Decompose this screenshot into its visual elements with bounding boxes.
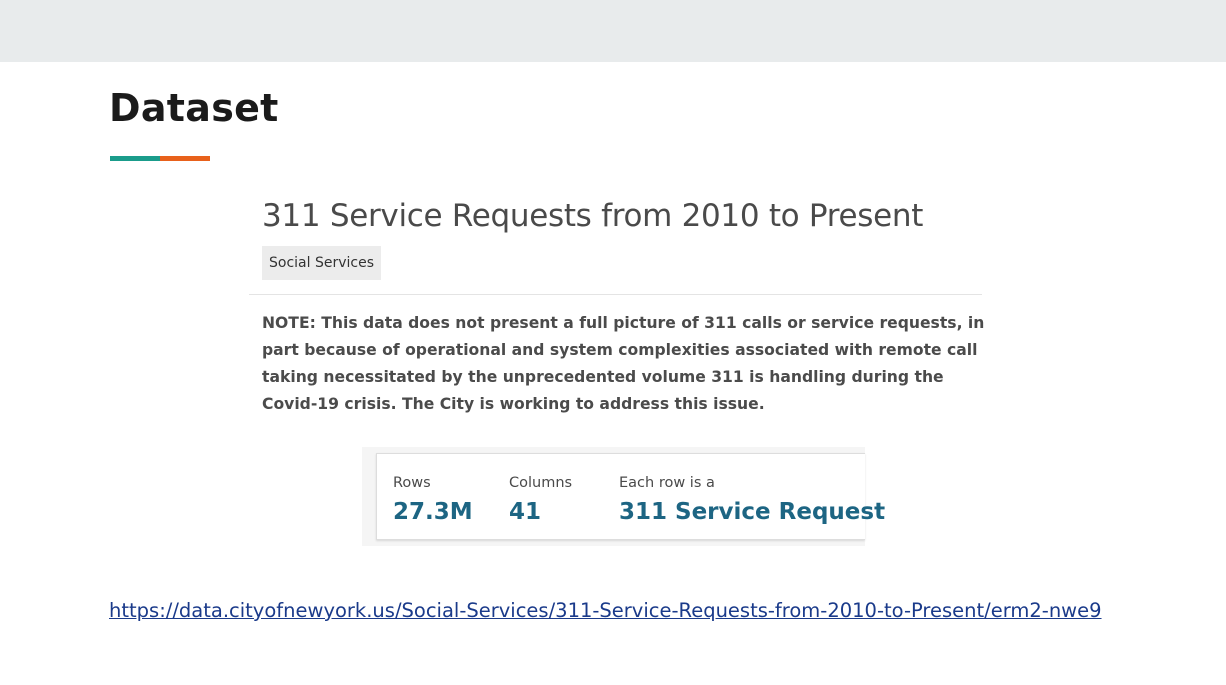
slide-title: Dataset [109, 86, 279, 130]
title-accent-bar [110, 156, 210, 161]
dataset-source-link[interactable]: https://data.cityofnewyork.us/Social-Ser… [109, 595, 1109, 626]
stat-each-row: Each row is a 311 Service Request [619, 474, 885, 526]
category-tag[interactable]: Social Services [262, 246, 381, 280]
stat-rows: Rows 27.3M [393, 474, 473, 526]
each-row-label: Each row is a [619, 475, 715, 491]
stats-card: Rows 27.3M Columns 41 Each row is a 311 … [376, 453, 885, 540]
stats-panel: Rows 27.3M Columns 41 Each row is a 311 … [362, 447, 885, 546]
rows-value: 27.3M [393, 499, 473, 525]
slide-top-bar [0, 0, 1226, 62]
accent-segment-orange [160, 156, 210, 161]
dataset-title: 311 Service Requests from 2010 to Presen… [262, 198, 924, 234]
columns-value: 41 [509, 499, 542, 525]
divider [249, 294, 982, 295]
columns-label: Columns [509, 475, 573, 491]
accent-segment-teal [110, 156, 160, 161]
stat-columns: Columns 41 [509, 474, 572, 526]
each-row-value: 311 Service Request [619, 499, 886, 525]
dataset-note: NOTE: This data does not present a full … [262, 314, 985, 413]
rows-label: Rows [393, 475, 431, 491]
